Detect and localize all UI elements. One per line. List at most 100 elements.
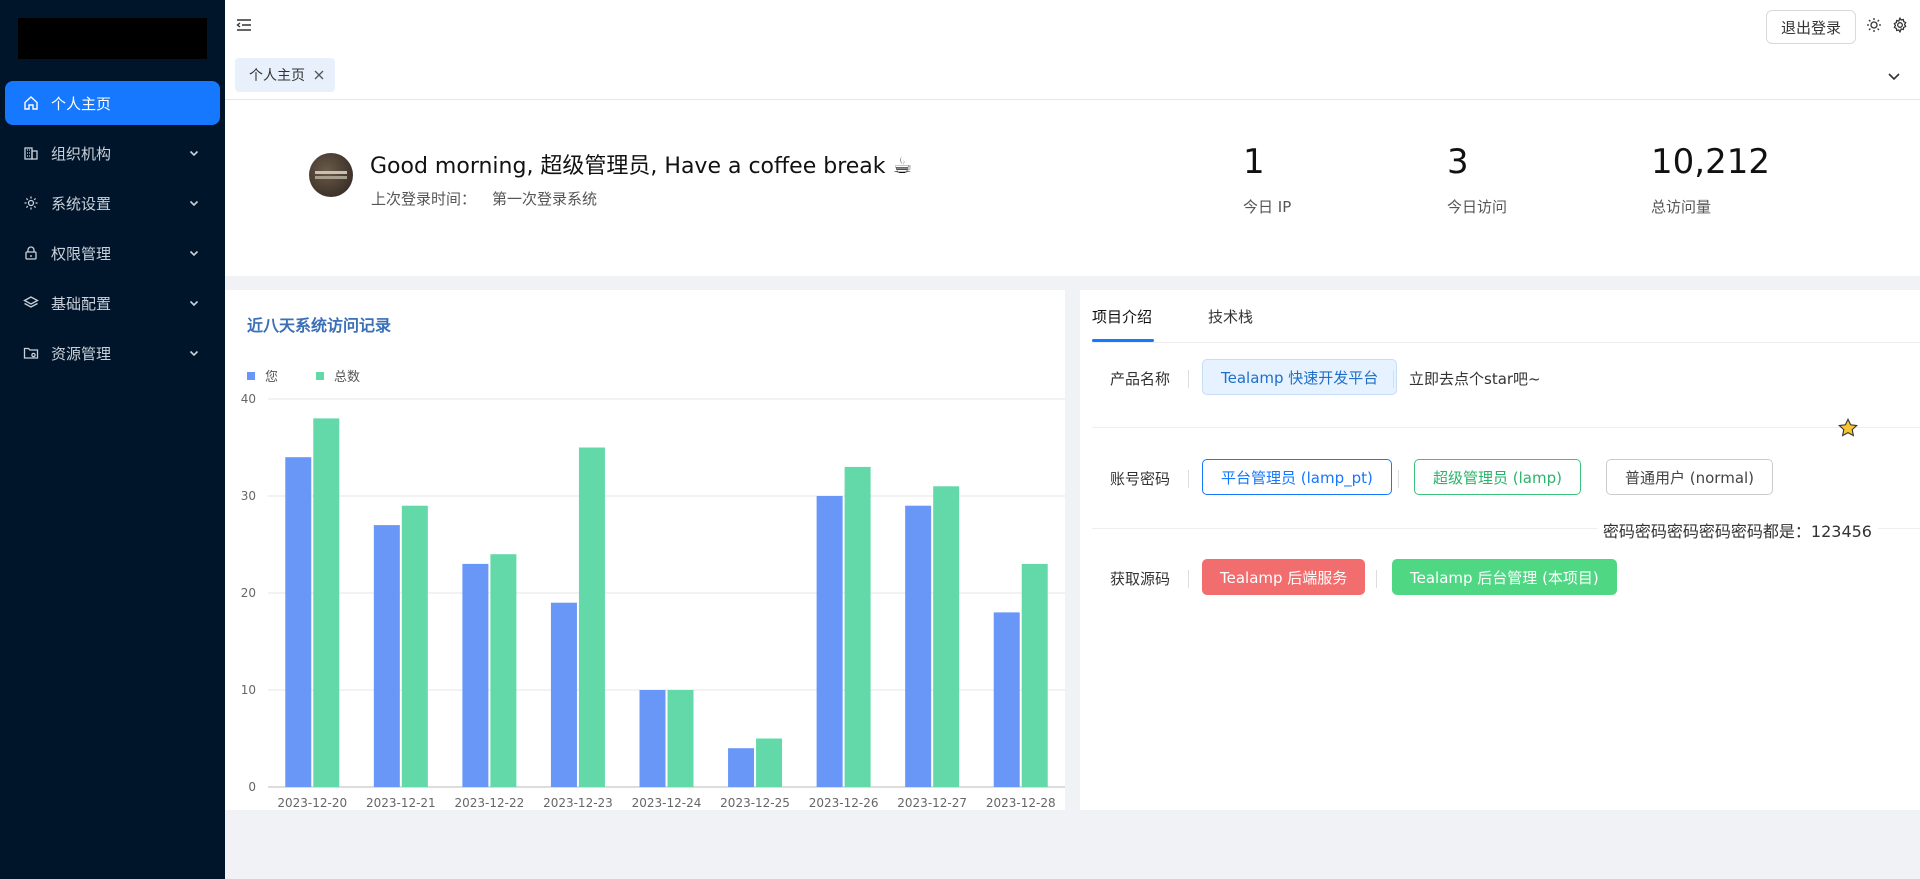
sidebar-menu: 个人主页 组织机构 系统设置 权限管理 基础配置 资源管理: [0, 81, 225, 381]
building-icon: [23, 145, 39, 161]
sidebar-item-system-settings[interactable]: 系统设置: [5, 181, 220, 225]
account-platform-admin[interactable]: 平台管理员 (lamp_pt): [1202, 459, 1392, 495]
stat-label: 今日访问: [1447, 198, 1508, 216]
info-tabs: 项目介绍 技术栈: [1092, 290, 1309, 342]
bar-total[interactable]: [756, 738, 783, 788]
legend-label: 您: [265, 370, 279, 385]
star-icon[interactable]: [1837, 417, 1859, 439]
chart-legend: 您 总数: [247, 366, 398, 385]
tabs-divider: [1092, 342, 1920, 343]
sidebar-item-basic-config[interactable]: 基础配置: [5, 281, 220, 325]
sidebar-item-label: 个人主页: [51, 94, 112, 113]
bar-you[interactable]: [993, 612, 1020, 787]
lock-icon: [23, 245, 39, 261]
bar-you[interactable]: [462, 563, 489, 787]
layers-icon: [23, 295, 39, 311]
app-logo[interactable]: [18, 18, 207, 59]
stat-label: 今日 IP: [1243, 198, 1292, 216]
sun-icon[interactable]: [1866, 17, 1882, 33]
bar-you[interactable]: [816, 496, 843, 787]
stat-value: 3: [1447, 142, 1469, 182]
stat-value: 1: [1243, 142, 1265, 182]
chevron-down-icon: [189, 200, 199, 207]
sidebar-item-resources[interactable]: 资源管理: [5, 331, 220, 375]
visit-chart-card: 0 10 20 30 40 2023-12-20 2023-12-21 2023-12-22 2…: [225, 290, 1065, 810]
sidebar-item-label: 权限管理: [51, 244, 112, 263]
y-tick-label: 40: [241, 392, 256, 406]
legend-item-total[interactable]: 总数: [316, 366, 360, 385]
tab-project-intro[interactable]: 项目介绍: [1092, 290, 1155, 342]
stat-today-visits: 3 今日访问: [1447, 142, 1507, 217]
bar-total[interactable]: [401, 505, 428, 787]
legend-label: 总数: [334, 370, 361, 385]
sidebar: 个人主页 组织机构 系统设置 权限管理 基础配置 资源管理: [0, 0, 225, 879]
y-tick-label: 0: [248, 780, 256, 794]
sidebar-item-label: 系统设置: [51, 194, 112, 213]
bar-total[interactable]: [933, 486, 960, 787]
stat-today-ip: 1 今日 IP: [1243, 142, 1291, 217]
last-login-value: 第一次登录系统: [492, 190, 598, 208]
close-icon[interactable]: [313, 69, 325, 81]
bar-you[interactable]: [639, 690, 666, 787]
last-login: 上次登录时间： 第一次登录系统: [371, 188, 597, 209]
stat-value: 10,212: [1651, 142, 1770, 182]
chevron-down-icon[interactable]: [1886, 68, 1902, 84]
sidebar-item-permissions[interactable]: 权限管理: [5, 231, 220, 275]
account-normal-user[interactable]: 普通用户 (normal): [1606, 459, 1774, 495]
greeting-text: Good morning, 超级管理员, Have a coffee break…: [370, 154, 913, 179]
tabs-bar: 个人主页: [225, 50, 1920, 100]
y-tick-label: 20: [241, 586, 256, 600]
frontend-source-button[interactable]: Tealamp 后台管理 (本项目): [1392, 559, 1617, 595]
password-note: 密码密码密码密码密码都是：123456: [1596, 518, 1878, 542]
divider: [1393, 370, 1394, 388]
x-tick-label: 2023-12-22: [455, 796, 525, 810]
bar-you[interactable]: [373, 525, 400, 787]
x-tick-label: 2023-12-20: [277, 796, 347, 810]
bar-total[interactable]: [578, 447, 605, 788]
source-label: 获取源码: [1110, 570, 1171, 588]
welcome-card: Good morning, 超级管理员, Have a coffee break…: [225, 100, 1920, 276]
chevron-down-icon: [189, 250, 199, 257]
legend-item-you[interactable]: 您: [247, 366, 278, 385]
bar-you[interactable]: [905, 505, 932, 787]
legend-swatch: [316, 371, 325, 380]
x-tick-label: 2023-12-21: [366, 796, 436, 810]
divider: [1376, 570, 1377, 588]
tab-home[interactable]: 个人主页: [235, 58, 335, 92]
bar-total[interactable]: [1021, 563, 1048, 787]
top-header: 退出登录: [225, 0, 1920, 50]
sidebar-item-label: 组织机构: [51, 144, 112, 163]
tab-label: 个人主页: [249, 68, 305, 84]
legend-swatch: [247, 371, 255, 380]
bar-you[interactable]: [550, 602, 577, 787]
x-tick-label: 2023-12-25: [720, 796, 790, 810]
bar-total[interactable]: [844, 466, 871, 787]
sidebar-item-organization[interactable]: 组织机构: [5, 131, 220, 175]
account-super-admin[interactable]: 超级管理员 (lamp): [1414, 459, 1581, 495]
backend-source-button[interactable]: Tealamp 后端服务: [1202, 559, 1366, 595]
x-tick-label: 2023-12-28: [986, 796, 1056, 810]
product-name-tag[interactable]: Tealamp 快速开发平台: [1202, 359, 1398, 395]
tab-tech-stack[interactable]: 技术栈: [1208, 290, 1253, 342]
sidebar-item-home[interactable]: 个人主页: [5, 81, 220, 125]
menu-collapse-icon[interactable]: [235, 16, 253, 34]
bar-you[interactable]: [728, 748, 755, 787]
row-divider: [1092, 427, 1920, 428]
bar-total[interactable]: [667, 690, 694, 787]
avatar[interactable]: [309, 153, 353, 197]
divider: [1188, 470, 1189, 488]
gear-icon[interactable]: [1892, 17, 1908, 33]
star-link[interactable]: 立即去点个star吧~: [1409, 368, 1541, 389]
bar-you[interactable]: [285, 457, 312, 787]
sidebar-item-label: 资源管理: [51, 344, 112, 363]
bar-total[interactable]: [313, 418, 340, 787]
x-tick-label: 2023-12-24: [632, 796, 702, 810]
bar-total[interactable]: [490, 554, 517, 787]
y-tick-label: 10: [241, 683, 256, 697]
chevron-down-icon: [189, 150, 199, 157]
logout-button[interactable]: 退出登录: [1765, 10, 1856, 44]
gear-icon: [23, 195, 39, 211]
chart-title: 近八天系统访问记录: [247, 316, 392, 335]
home-icon: [23, 95, 39, 111]
account-label: 账号密码: [1110, 470, 1171, 488]
